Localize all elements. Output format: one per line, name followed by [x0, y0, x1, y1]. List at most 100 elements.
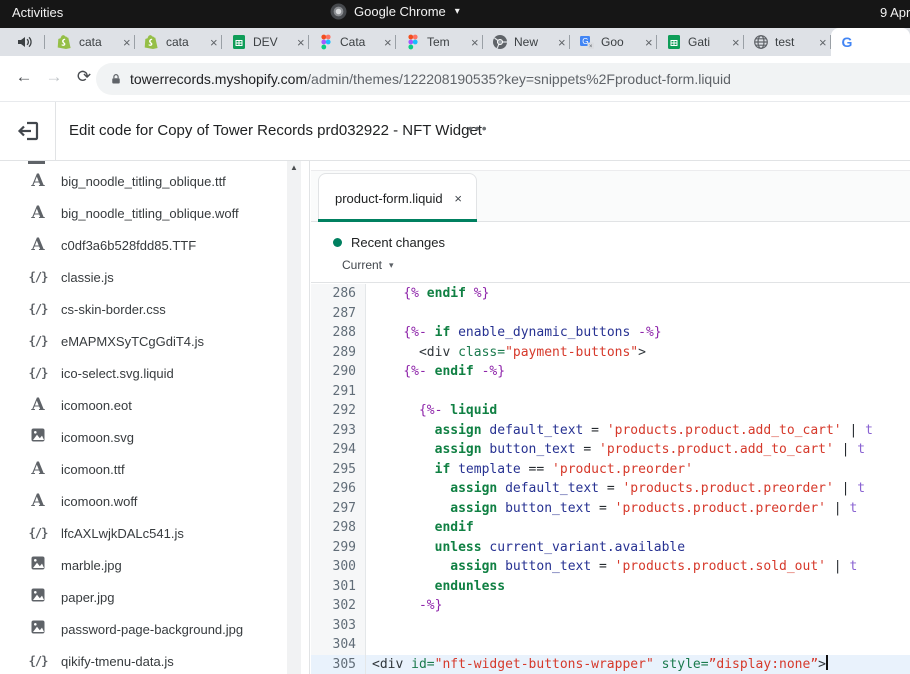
- code-line-300[interactable]: 300 assign button_text = 'products.produ…: [311, 557, 910, 577]
- code-text: assign button_text = 'products.product.p…: [366, 499, 910, 519]
- app-menu[interactable]: Google Chrome ▾: [330, 3, 460, 20]
- code-line-292[interactable]: 292 {%- liquid: [311, 401, 910, 421]
- code-line-289[interactable]: 289 <div class="payment-buttons">: [311, 343, 910, 363]
- activities-button[interactable]: Activities: [12, 5, 63, 20]
- browser-tab-Cata[interactable]: Cata ×: [309, 28, 394, 56]
- code-file-icon: {/}: [28, 334, 48, 348]
- file-item-password-page-background.jpg[interactable]: password-page-background.jpg: [0, 613, 286, 645]
- file-item-big_noodle_titling_oblique.ttf[interactable]: Abig_noodle_titling_oblique.ttf: [0, 165, 286, 197]
- browser-tab-Tem[interactable]: Tem×: [396, 28, 481, 56]
- code-file-icon: {/}: [28, 366, 48, 380]
- chevron-down-icon: ▾: [455, 6, 460, 17]
- file-item-icomoon.ttf[interactable]: Aicomoon.ttf: [0, 453, 286, 485]
- editor-tab-label: product-form.liquid: [335, 191, 443, 206]
- editor-tab-product-form[interactable]: product-form.liquid ×: [318, 173, 477, 222]
- line-number: 305: [311, 655, 366, 674]
- more-actions-button[interactable]: •••: [468, 120, 489, 136]
- code-text: {% endif %}: [366, 284, 910, 304]
- file-item-cs-skin-border.css[interactable]: {/}cs-skin-border.css: [0, 293, 286, 325]
- file-item-paper.jpg[interactable]: paper.jpg: [0, 581, 286, 613]
- browser-tab-New[interactable]: New×: [483, 28, 568, 56]
- file-item-marble.jpg[interactable]: marble.jpg: [0, 549, 286, 581]
- svg-text:G: G: [842, 34, 853, 50]
- image-file-icon: [28, 427, 48, 448]
- browser-tab-cata[interactable]: cata×: [135, 28, 220, 56]
- file-item-icomoon.svg[interactable]: icomoon.svg: [0, 421, 286, 453]
- clipped-file-icon: [28, 161, 45, 164]
- reload-button[interactable]: ⟳: [72, 67, 96, 87]
- browser-tab-cata[interactable]: cata×: [48, 28, 133, 56]
- code-line-287[interactable]: 287: [311, 304, 910, 324]
- file-item-lfcAXLwjkDALc541.js[interactable]: {/}lfcAXLwjkDALc541.js: [0, 517, 286, 549]
- close-tab-icon[interactable]: ×: [208, 35, 220, 50]
- close-tab-icon[interactable]: ×: [121, 35, 133, 50]
- address-bar[interactable]: towerrecords.myshopify.com/admin/themes/…: [96, 63, 910, 95]
- browser-tab-Goo[interactable]: G×Goo×: [570, 28, 655, 56]
- image-file-icon: [28, 619, 48, 640]
- browser-tab-DEV[interactable]: DEV×: [222, 28, 307, 56]
- exit-code-editor-button[interactable]: [16, 119, 40, 143]
- close-tab-icon[interactable]: ×: [556, 35, 568, 50]
- line-number: 300: [311, 557, 366, 577]
- file-item-ico-select.svg.liquid[interactable]: {/} ico-select.svg.liquid: [0, 357, 286, 389]
- file-item-classie.js[interactable]: {/}classie.js: [0, 261, 286, 293]
- code-line-305[interactable]: 305<div id="nft-widget-buttons-wrapper" …: [311, 655, 910, 674]
- code-line-297[interactable]: 297 assign button_text = 'products.produ…: [311, 499, 910, 519]
- browser-tab-g[interactable]: G: [831, 28, 910, 56]
- code-line-290[interactable]: 290 {%- endif -%}: [311, 362, 910, 382]
- close-tab-icon[interactable]: ×: [817, 35, 829, 50]
- code-line-303[interactable]: 303: [311, 616, 910, 636]
- code-area[interactable]: 286 {% endif %}287288 {%- if enable_dyna…: [311, 284, 910, 674]
- file-name: ico-select.svg.liquid: [61, 366, 174, 381]
- file-name: eMAPMXSyTCgGdiT4.js: [61, 334, 204, 349]
- font-file-icon: A: [28, 395, 48, 415]
- code-line-288[interactable]: 288 {%- if enable_dynamic_buttons -%}: [311, 323, 910, 343]
- line-number: 292: [311, 401, 366, 421]
- code-line-298[interactable]: 298 endif: [311, 518, 910, 538]
- tab-title: Cata: [340, 35, 376, 49]
- version-dropdown[interactable]: Current ▾: [342, 258, 394, 272]
- page-title: Edit code for Copy of Tower Records prd0…: [69, 122, 482, 139]
- code-line-302[interactable]: 302 -%}: [311, 596, 910, 616]
- code-line-301[interactable]: 301 endunless: [311, 577, 910, 597]
- sidebar-scrollbar[interactable]: ▲: [287, 161, 301, 674]
- close-tab-icon[interactable]: ×: [382, 35, 394, 50]
- file-item-c0df3a6b528fdd85.TTF[interactable]: Ac0df3a6b528fdd85.TTF: [0, 229, 286, 261]
- browser-tab-Gati[interactable]: Gati×: [657, 28, 742, 56]
- browser-tab-test[interactable]: test×: [744, 28, 829, 56]
- close-tab-icon[interactable]: ×: [295, 35, 307, 50]
- file-item-icomoon.woff[interactable]: Aicomoon.woff: [0, 485, 286, 517]
- code-line-296[interactable]: 296 assign default_text = 'products.prod…: [311, 479, 910, 499]
- close-tab-icon[interactable]: ×: [454, 191, 462, 206]
- forward-button[interactable]: →: [42, 67, 66, 87]
- code-line-286[interactable]: 286 {% endif %}: [311, 284, 910, 304]
- file-item-eMAPMXSyTCgGdiT4.js[interactable]: {/} eMAPMXSyTCgGdiT4.js: [0, 325, 286, 357]
- chevron-down-icon: ▾: [389, 260, 394, 271]
- code-line-295[interactable]: 295 if template == 'product.preorder': [311, 460, 910, 480]
- code-line-294[interactable]: 294 assign button_text = 'products.produ…: [311, 440, 910, 460]
- code-line-291[interactable]: 291: [311, 382, 910, 402]
- scroll-up-icon[interactable]: ▲: [290, 163, 298, 172]
- google-favicon: G: [840, 34, 856, 50]
- back-button[interactable]: ←: [12, 67, 36, 87]
- image-file-icon: [28, 555, 48, 576]
- close-tab-icon[interactable]: ×: [730, 35, 742, 50]
- code-line-293[interactable]: 293 assign default_text = 'products.prod…: [311, 421, 910, 441]
- code-line-304[interactable]: 304: [311, 635, 910, 655]
- code-text: {%- endif -%}: [366, 362, 910, 382]
- line-number: 301: [311, 577, 366, 597]
- line-number: 293: [311, 421, 366, 441]
- file-item-qikify-tmenu-data.js[interactable]: {/}qikify-tmenu-data.js: [0, 645, 286, 674]
- line-number: 287: [311, 304, 366, 324]
- file-name: marble.jpg: [61, 558, 122, 573]
- file-item-icomoon.eot[interactable]: Aicomoon.eot: [0, 389, 286, 421]
- file-name: icomoon.woff: [61, 494, 137, 509]
- code-line-299[interactable]: 299 unless current_variant.available: [311, 538, 910, 558]
- close-tab-icon[interactable]: ×: [469, 35, 481, 50]
- image-file-icon: [28, 587, 48, 608]
- close-tab-icon[interactable]: ×: [643, 35, 655, 50]
- speaker-icon[interactable]: [16, 34, 34, 50]
- file-item-big_noodle_titling_oblique.woff[interactable]: Abig_noodle_titling_oblique.woff: [0, 197, 286, 229]
- sheets-favicon: [666, 34, 682, 50]
- clock[interactable]: 9 Apr: [880, 5, 910, 20]
